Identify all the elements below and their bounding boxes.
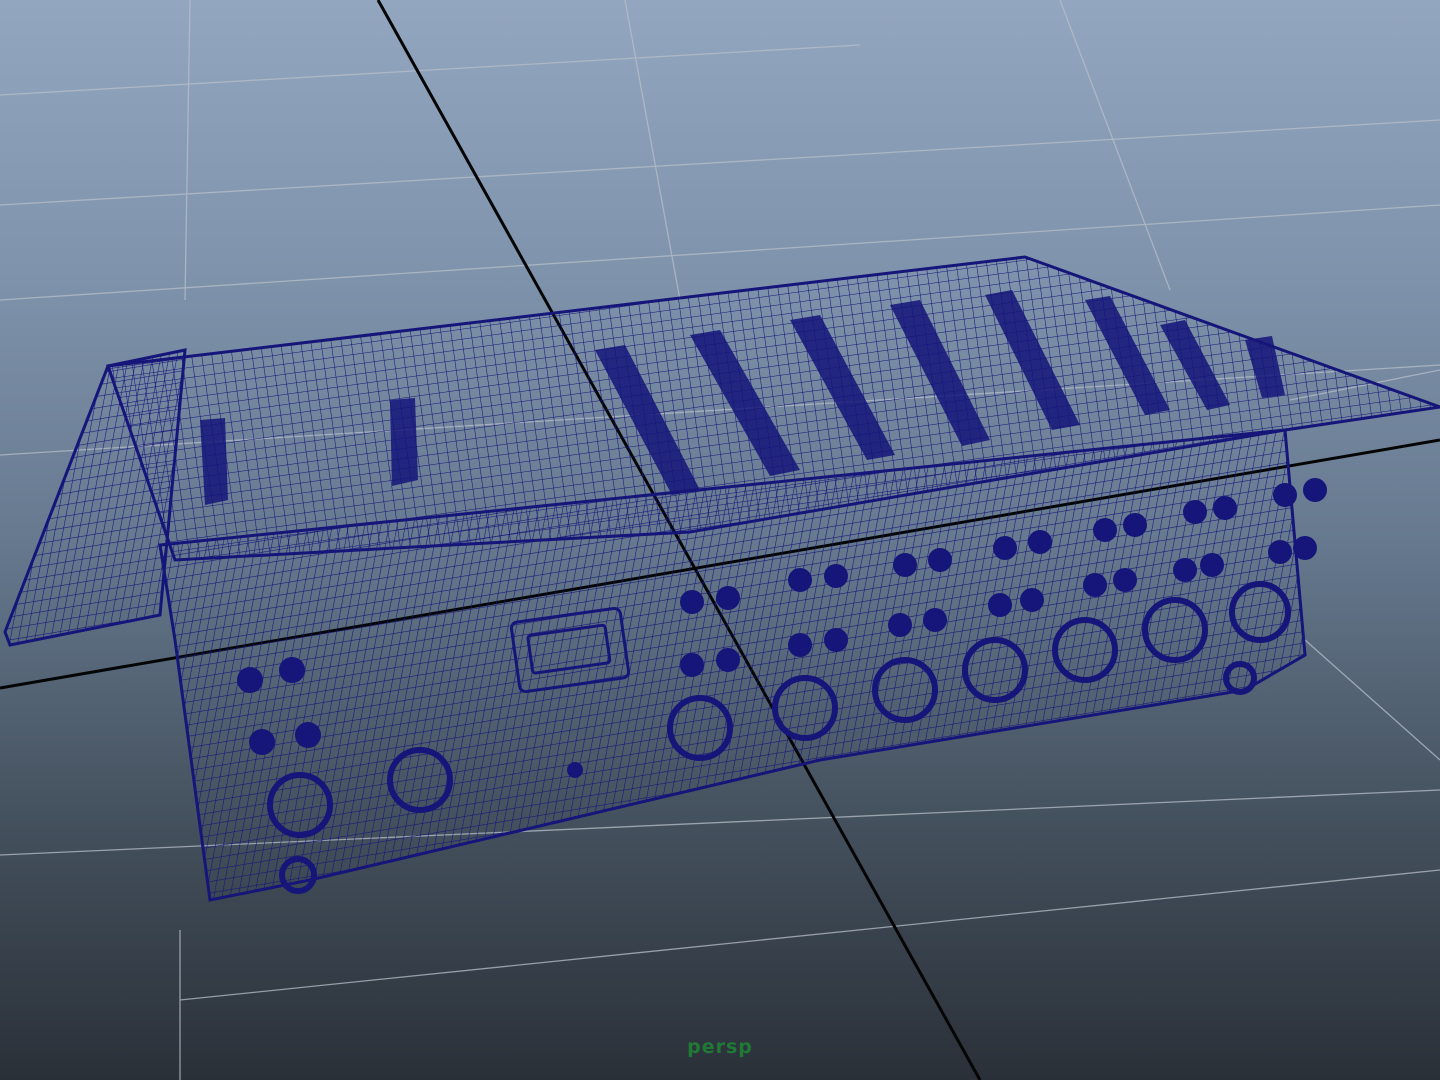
perspective-viewport[interactable]: persp <box>0 0 1440 1080</box>
camera-name-label: persp <box>687 1036 753 1058</box>
scene-canvas[interactable] <box>0 0 1440 1080</box>
mixer-wireframe-model[interactable] <box>3 255 1440 902</box>
